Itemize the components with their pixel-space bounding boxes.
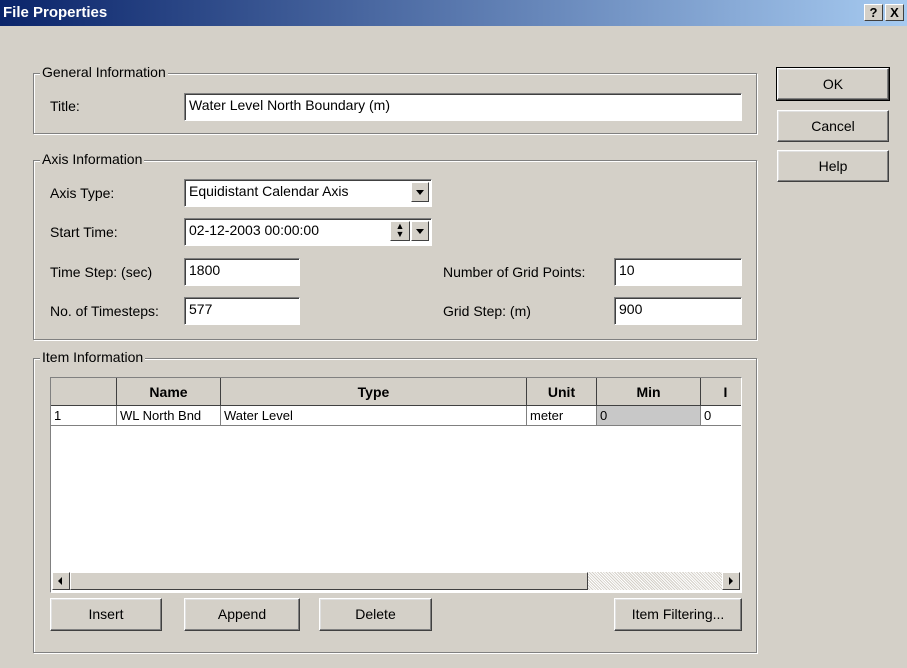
row-min[interactable]: 0 <box>597 406 701 426</box>
window-title: File Properties <box>3 4 108 21</box>
calendar-dropdown-icon[interactable] <box>411 221 429 241</box>
column-header-min[interactable]: Min <box>597 378 701 406</box>
help-button[interactable]: Help <box>777 150 889 182</box>
time-step-label: Time Step: (sec) <box>50 264 153 280</box>
grid-points-field[interactable]: 10 <box>614 258 742 286</box>
axis-info-legend: Axis Information <box>40 151 145 167</box>
row-type[interactable]: Water Level <box>221 406 527 426</box>
insert-button-label: Insert <box>88 606 124 622</box>
grid-step-label: Grid Step: (m) <box>443 303 531 319</box>
time-step-field[interactable]: 1800 <box>184 258 300 286</box>
help-icon[interactable]: ? <box>864 4 883 21</box>
column-header-type[interactable]: Type <box>221 378 527 406</box>
item-filtering-button-label: Item Filtering... <box>631 606 725 622</box>
grid-step-field[interactable]: 900 <box>614 297 742 325</box>
axis-type-value: Equidistant Calendar Axis <box>189 183 349 199</box>
scroll-track[interactable] <box>588 572 722 590</box>
insert-button[interactable]: Insert <box>50 598 162 631</box>
timesteps-label: No. of Timesteps: <box>50 303 159 319</box>
delete-button[interactable]: Delete <box>319 598 432 631</box>
cancel-button[interactable]: Cancel <box>777 110 889 142</box>
title-field[interactable]: Water Level North Boundary (m) <box>184 93 742 121</box>
spinner-icon[interactable]: ▲ ▼ <box>390 221 410 241</box>
title-label: Title: <box>50 98 80 114</box>
title-bar: File Properties ? X <box>0 0 907 26</box>
ok-button[interactable]: OK <box>776 67 890 101</box>
column-header-unit[interactable]: Unit <box>527 378 597 406</box>
general-info-legend: General Information <box>40 64 168 80</box>
timesteps-field[interactable]: 577 <box>184 297 300 325</box>
row-index[interactable]: 1 <box>51 406 117 426</box>
column-header-max[interactable]: I <box>701 378 741 406</box>
column-header-name[interactable]: Name <box>117 378 221 406</box>
item-filtering-button[interactable]: Item Filtering... <box>614 598 742 631</box>
append-button[interactable]: Append <box>184 598 300 631</box>
row-name[interactable]: WL North Bnd <box>117 406 221 426</box>
start-time-picker[interactable]: 02-12-2003 00:00:00 ▲ ▼ <box>184 218 432 246</box>
scroll-left-icon[interactable] <box>52 572 70 590</box>
row-unit[interactable]: meter <box>527 406 597 426</box>
axis-type-select[interactable]: Equidistant Calendar Axis <box>184 179 432 207</box>
axis-type-label: Axis Type: <box>50 185 115 201</box>
start-time-value: 02-12-2003 00:00:00 <box>189 222 319 238</box>
column-header-index <box>51 378 117 406</box>
horizontal-scrollbar[interactable] <box>52 572 740 590</box>
start-time-label: Start Time: <box>50 224 118 240</box>
scroll-right-icon[interactable] <box>722 572 740 590</box>
item-info-legend: Item Information <box>40 349 146 365</box>
row-max[interactable]: 0 <box>701 406 741 426</box>
chevron-down-icon[interactable] <box>411 182 429 202</box>
delete-button-label: Delete <box>355 606 396 622</box>
scroll-thumb[interactable] <box>70 572 588 590</box>
grid-points-label: Number of Grid Points: <box>443 264 586 280</box>
append-button-label: Append <box>217 606 267 622</box>
close-icon[interactable]: X <box>885 4 904 21</box>
items-grid[interactable]: Name Type Unit Min I 1 WL North Bnd Wate… <box>50 377 742 593</box>
